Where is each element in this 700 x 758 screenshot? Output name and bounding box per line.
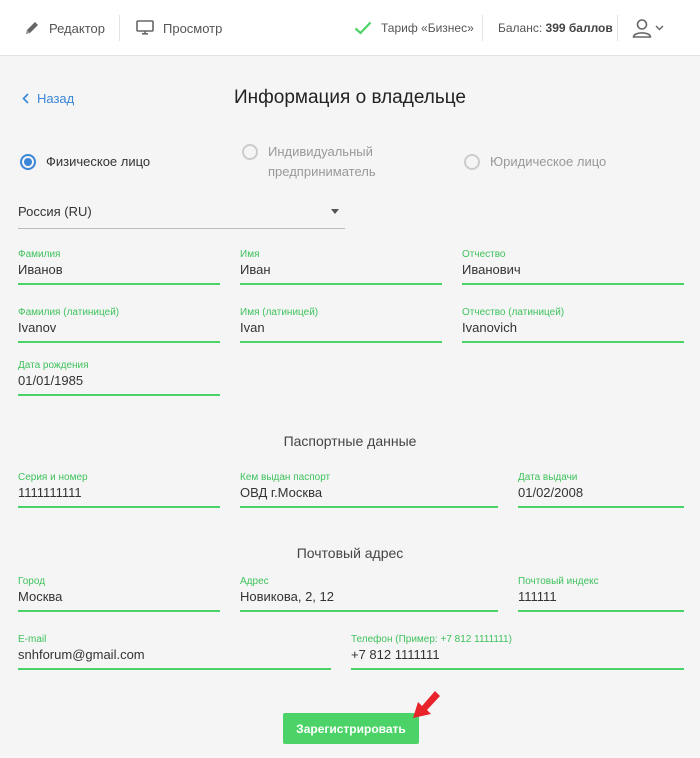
field-label: Почтовый индекс [518,576,599,587]
patronymic-latin-field[interactable]: Отчество (латиницей) Ivanovich [462,307,684,343]
field-value: 01/01/1985 [18,373,84,388]
radio-individual[interactable]: Физическое лицо [20,152,150,172]
radio-label: Физическое лицо [46,154,151,169]
field-label: E-mail [18,634,47,645]
pencil-icon [24,20,40,36]
field-label: Имя [240,249,260,260]
divider [482,15,483,41]
field-value: snhforum@gmail.com [18,647,145,662]
account-menu-button[interactable] [632,0,664,56]
divider [617,15,618,41]
radio-label-line1: Индивидуальный [268,144,373,159]
pointer-arrow-icon [413,691,440,718]
field-value: Новикова, 2, 12 [240,589,334,604]
birth-date-field[interactable]: Дата рождения 01/01/1985 [18,360,220,396]
patronymic-field[interactable]: Отчество Иванович [462,249,684,285]
page-title: Информация о владельце [233,87,466,108]
field-label: Дата рождения [18,360,89,371]
field-label: Отчество (латиницей) [462,307,565,318]
city-field[interactable]: Город Москва [18,576,220,612]
field-label: Телефон (Пример: +7 812 1111111) [351,634,512,645]
field-value: Иванов [18,262,63,277]
passport-series-field[interactable]: Серия и номер 1111111111 [18,472,220,508]
tariff-label: Тариф «Бизнес» [381,21,474,35]
field-value: Иванович [462,262,521,277]
field-label: Фамилия [18,249,61,260]
field-label: Отчество [462,249,506,260]
country-select[interactable]: Россия (RU) [18,204,345,229]
radio-entrepreneur[interactable]: Индивидуальный предприниматель [242,142,376,182]
caret-down-icon [331,209,339,214]
editor-label: Редактор [49,20,105,36]
field-value: Ivanovich [462,320,517,335]
divider [119,15,120,41]
field-value: Иван [240,262,271,277]
last-name-latin-field[interactable]: Фамилия (латиницей) Ivanov [18,307,220,343]
radio-label-line2: предприниматель [268,164,376,179]
field-label: Кем выдан паспорт [240,472,331,483]
monitor-icon [136,20,154,36]
field-value: Москва [18,589,63,604]
balance-value: 399 баллов [545,21,613,35]
zip-code-field[interactable]: Почтовый индекс 111111 [518,576,684,612]
top-bar: Редактор Просмотр Тариф «Бизнес» Баланс:… [0,0,700,56]
country-value: Россия (RU) [18,204,92,219]
preview-label: Просмотр [163,20,223,36]
field-value: 1111111111 [18,485,82,500]
register-button[interactable]: Зарегистрировать [283,713,419,744]
field-label: Фамилия (латиницей) [18,307,120,318]
radio-label: Индивидуальный предприниматель [268,142,376,182]
field-value: ОВД г.Москва [240,485,323,500]
field-label: Имя (латиницей) [240,307,319,318]
radio-legal-entity[interactable]: Юридическое лицо [464,152,606,172]
field-value: Ivan [240,320,265,335]
passport-issue-date-field[interactable]: Дата выдачи 01/02/2008 [518,472,684,508]
radio-label: Юридическое лицо [490,154,607,169]
first-name-latin-field[interactable]: Имя (латиницей) Ivan [240,307,442,343]
field-label: Серия и номер [18,472,88,483]
field-value: Ivanov [18,320,57,335]
tariff-status[interactable]: Тариф «Бизнес» [354,0,474,56]
balance: Баланс: 399 баллов [498,0,613,56]
field-label: Адрес [240,576,269,587]
user-icon [632,18,652,38]
field-value: 01/02/2008 [518,485,584,500]
street-address-field[interactable]: Адрес Новикова, 2, 12 [240,576,498,612]
check-icon [354,21,372,35]
chevron-down-icon [655,25,664,31]
address-section-title: Почтовый адрес [296,545,404,561]
field-value: 111111 [518,589,557,604]
passport-section-title: Паспортные данные [283,433,417,449]
radio-circle [242,144,258,160]
radio-circle [20,154,36,170]
field-label: Дата выдачи [518,472,578,483]
field-label: Город [18,576,46,587]
editor-tab[interactable]: Редактор [24,0,105,56]
preview-tab[interactable]: Просмотр [136,0,222,56]
last-name-field[interactable]: Фамилия Иванов [18,249,220,285]
field-value: +7 812 1111111 [351,647,440,662]
first-name-field[interactable]: Имя Иван [240,249,442,285]
phone-field[interactable]: Телефон (Пример: +7 812 1111111) +7 812 … [351,634,684,670]
email-field[interactable]: E-mail snhforum@gmail.com [18,634,331,670]
passport-issued-by-field[interactable]: Кем выдан паспорт ОВД г.Москва [240,472,498,508]
radio-circle [464,154,480,170]
balance-prefix: Баланс: [498,21,543,35]
